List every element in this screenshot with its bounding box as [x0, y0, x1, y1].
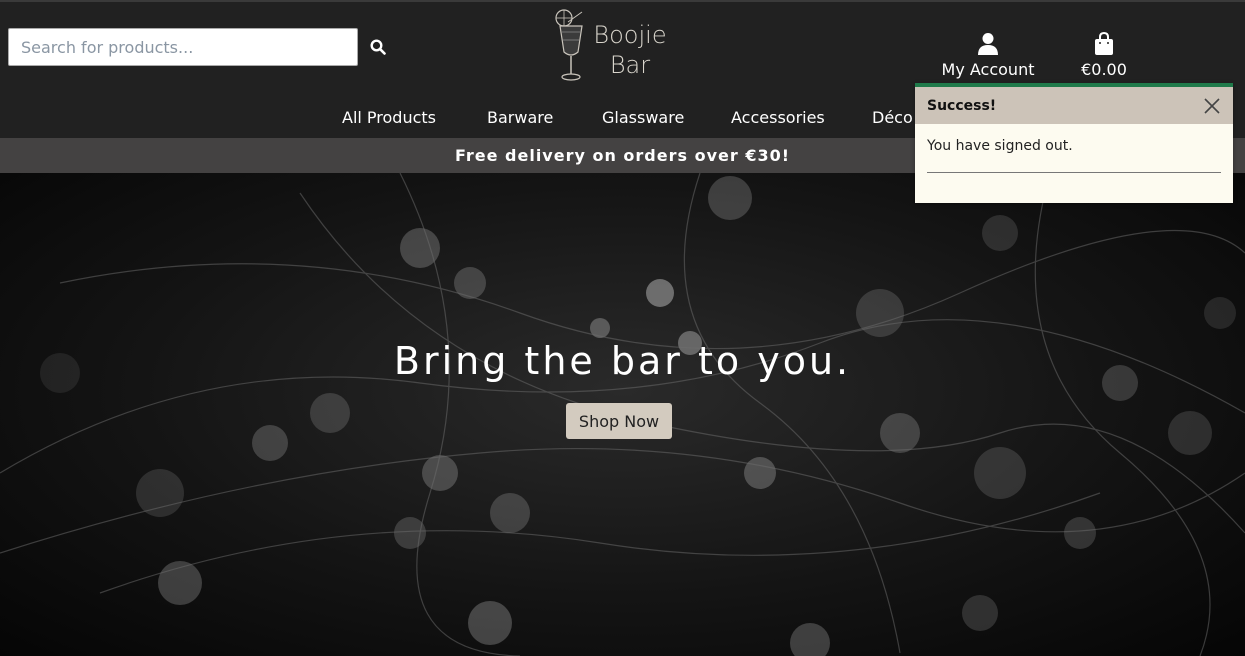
- search-button[interactable]: [358, 28, 398, 66]
- site-logo[interactable]: Boojie Bar: [548, 8, 678, 86]
- cocktail-glass-icon: [555, 9, 583, 81]
- nav-accessories[interactable]: Accessories: [731, 108, 825, 127]
- toast-title: Success!: [927, 97, 997, 114]
- success-toast: Success! You have signed out.: [915, 83, 1233, 203]
- search-icon: [370, 39, 386, 55]
- cart-total: €0.00: [1081, 60, 1127, 79]
- logo-line-1: Boojie: [593, 21, 667, 49]
- search-input[interactable]: [8, 28, 358, 66]
- toast-message: You have signed out.: [927, 138, 1073, 154]
- logo-line-2: Bar: [609, 51, 651, 79]
- my-account-link[interactable]: My Account: [932, 32, 1044, 79]
- search-form: [8, 28, 398, 66]
- nav-barware[interactable]: Barware: [487, 108, 553, 127]
- shop-now-button[interactable]: Shop Now: [566, 403, 672, 439]
- my-account-label: My Account: [941, 60, 1035, 79]
- close-icon[interactable]: [1203, 97, 1221, 115]
- nav-glassware[interactable]: Glassware: [602, 108, 684, 127]
- shopping-bag-icon: [1095, 32, 1113, 55]
- nav-all-products[interactable]: All Products: [342, 108, 436, 127]
- toast-header: Success!: [915, 87, 1233, 124]
- toast-divider: [927, 172, 1221, 173]
- user-icon: [978, 33, 998, 55]
- cart-link[interactable]: €0.00: [1072, 32, 1136, 79]
- nav-deco[interactable]: Déco: [872, 108, 913, 127]
- logo-text: Boojie Bar: [590, 20, 670, 80]
- hero-title: Bring the bar to you.: [393, 339, 852, 383]
- hero-section: Bring the bar to you. Shop Now: [0, 173, 1245, 656]
